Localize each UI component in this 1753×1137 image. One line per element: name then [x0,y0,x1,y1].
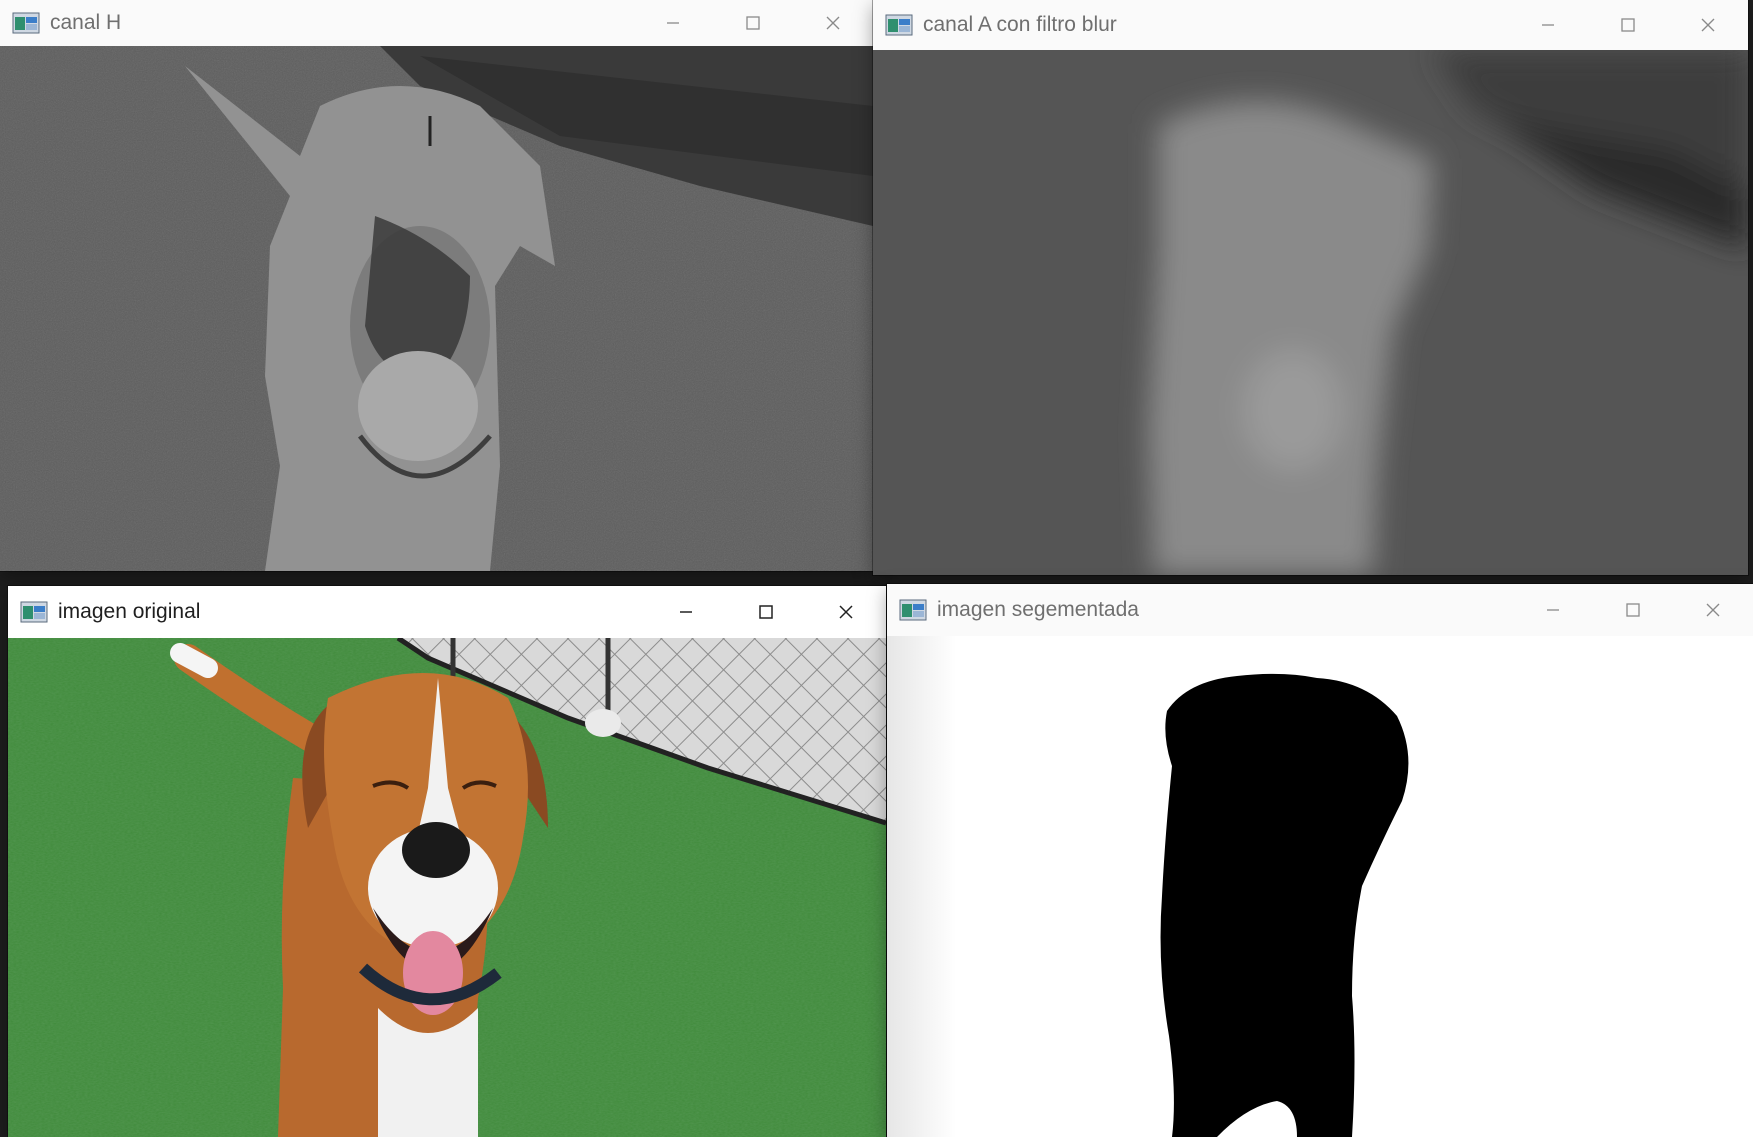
minimize-button[interactable] [633,0,713,46]
image-canvas-canal-h [0,46,873,571]
titlebar[interactable]: canal A con filtro blur [873,0,1748,50]
image-canvas-canal-a [873,50,1748,575]
app-window-icon [899,599,927,621]
window-title: canal H [50,11,122,34]
window-title: imagen original [58,600,201,623]
maximize-icon [746,16,760,30]
titlebar[interactable]: imagen original [8,586,886,638]
close-button[interactable] [806,586,886,638]
close-icon [826,16,840,30]
window-canal-h[interactable]: canal H [0,0,873,571]
minimize-icon [680,611,692,613]
close-icon [839,605,853,619]
maximize-button[interactable] [726,586,806,638]
minimize-icon [667,22,679,24]
minimize-icon [1547,609,1559,611]
window-imagen-segmentada[interactable]: imagen segementada [887,584,1753,1137]
titlebar[interactable]: imagen segementada [887,584,1753,636]
close-button[interactable] [1673,584,1753,636]
maximize-icon [759,605,773,619]
minimize-button[interactable] [1508,0,1588,50]
window-title: imagen segementada [937,598,1139,621]
maximize-button[interactable] [1593,584,1673,636]
minimize-button[interactable] [1513,584,1593,636]
close-icon [1701,18,1715,32]
close-button[interactable] [1668,0,1748,50]
app-window-icon [885,14,913,36]
close-icon [1706,603,1720,617]
maximize-button[interactable] [713,0,793,46]
window-imagen-original[interactable]: imagen original [8,586,886,1137]
maximize-icon [1626,603,1640,617]
window-canal-a[interactable]: canal A con filtro blur [873,0,1748,575]
window-title: canal A con filtro blur [923,13,1117,36]
minimize-button[interactable] [646,586,726,638]
maximize-button[interactable] [1588,0,1668,50]
minimize-icon [1542,24,1554,26]
maximize-icon [1621,18,1635,32]
titlebar[interactable]: canal H [0,0,873,46]
app-window-icon [12,12,40,34]
image-canvas-original [8,638,886,1137]
close-button[interactable] [793,0,873,46]
app-window-icon [20,601,48,623]
image-canvas-segmentada [887,636,1753,1137]
